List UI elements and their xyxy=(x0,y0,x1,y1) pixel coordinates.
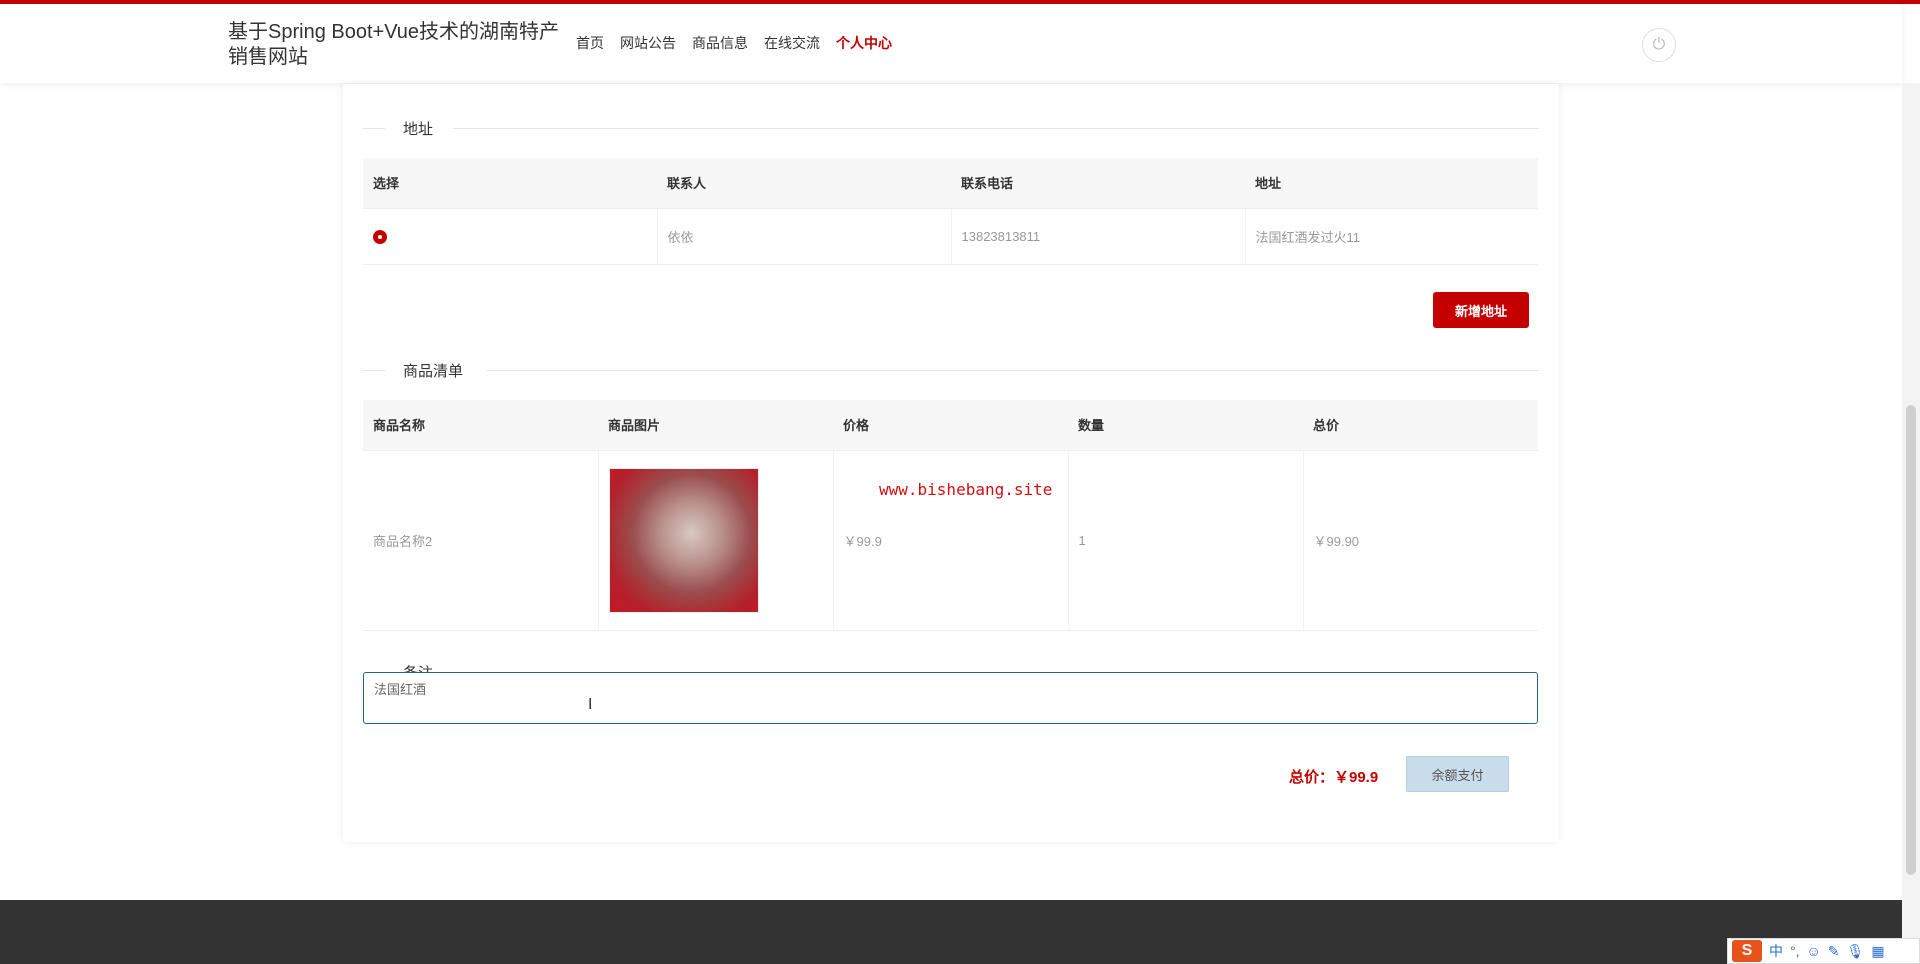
add-address-button[interactable]: 新增地址 xyxy=(1433,292,1529,328)
checkout-card: 地址 选择 联系人 联系电话 地址 依依 13823813811 法国红酒发过火… xyxy=(343,84,1559,842)
ime-logo-icon[interactable]: S xyxy=(1732,940,1762,962)
table-row[interactable]: 依依 13823813811 法国红酒发过火11 xyxy=(363,208,1538,265)
scrollbar-thumb[interactable] xyxy=(1906,405,1916,875)
nav-home[interactable]: 首页 xyxy=(576,33,604,53)
address-contact: 依依 xyxy=(657,208,952,265)
address-radio-selected[interactable] xyxy=(373,229,387,244)
site-title: 基于Spring Boot+Vue技术的湖南特产销售网站 xyxy=(228,21,560,68)
col-address: 地址 xyxy=(1245,158,1538,209)
col-quantity: 数量 xyxy=(1068,400,1303,451)
col-price: 价格 xyxy=(833,400,1068,451)
nav-announcements[interactable]: 网站公告 xyxy=(620,33,676,53)
goods-table: 商品名称 商品图片 价格 数量 总价 商品名称2 ￥99.9 1 ￥99.90 xyxy=(363,400,1538,631)
ime-mode-toggle[interactable]: 中 xyxy=(1769,941,1783,961)
nav-products[interactable]: 商品信息 xyxy=(692,33,748,53)
text-cursor-icon: I xyxy=(588,696,593,713)
nav-personal-center[interactable]: 个人中心 xyxy=(836,33,892,53)
address-table-header: 选择 联系人 联系电话 地址 xyxy=(363,158,1538,209)
col-contact: 联系人 xyxy=(657,158,951,209)
remark-label: 备注 xyxy=(403,662,433,672)
goods-total: ￥99.90 xyxy=(1303,450,1538,631)
grid-menu-icon[interactable]: ▦ xyxy=(1871,943,1884,960)
main-nav: 首页 网站公告 商品信息 在线交流 个人中心 xyxy=(576,33,892,53)
order-total: 总价：￥99.9 xyxy=(1289,769,1379,786)
goods-price: ￥99.9 xyxy=(833,450,1069,631)
emoji-icon[interactable]: ☺ xyxy=(1807,943,1821,959)
col-select: 选择 xyxy=(363,158,657,209)
col-phone: 联系电话 xyxy=(951,158,1245,209)
nav-forum[interactable]: 在线交流 xyxy=(764,33,820,53)
goods-image[interactable] xyxy=(608,467,759,613)
watermark-text: www.bishebang.site xyxy=(879,480,1053,499)
address-section-header: 地址 xyxy=(363,118,1539,138)
goods-section-header: 商品清单 xyxy=(363,360,1539,380)
ime-punctuation-toggle[interactable]: °, xyxy=(1790,943,1800,959)
goods-table-header: 商品名称 商品图片 价格 数量 总价 xyxy=(363,400,1538,451)
ime-toolbar[interactable]: S 中 °, ☺ ✎ 🎙 ▦ xyxy=(1727,938,1920,964)
address-phone: 13823813811 xyxy=(951,208,1246,265)
col-goods-name: 商品名称 xyxy=(363,400,598,451)
remark-input[interactable]: 法国红酒 xyxy=(363,672,1538,724)
col-total: 总价 xyxy=(1303,400,1538,451)
col-goods-image: 商品图片 xyxy=(598,400,833,451)
address-table: 选择 联系人 联系电话 地址 依依 13823813811 法国红酒发过火11 xyxy=(363,158,1538,265)
power-icon[interactable]: ⏻ xyxy=(1642,28,1676,62)
site-footer xyxy=(0,900,1902,964)
site-header: 基于Spring Boot+Vue技术的湖南特产销售网站 首页 网站公告 商品信… xyxy=(0,4,1902,83)
address-section-title: 地址 xyxy=(403,121,434,138)
goods-section-title: 商品清单 xyxy=(403,363,464,380)
table-row[interactable]: 商品名称2 ￥99.9 1 ￥99.90 xyxy=(363,450,1538,631)
goods-quantity: 1 xyxy=(1068,450,1304,631)
microphone-icon[interactable]: 🎙 xyxy=(1847,943,1865,960)
address-text: 法国红酒发过火11 xyxy=(1245,208,1538,265)
goods-name: 商品名称2 xyxy=(363,450,599,631)
balance-pay-button[interactable]: 余额支付 xyxy=(1406,756,1509,792)
pen-icon[interactable]: ✎ xyxy=(1828,943,1840,960)
